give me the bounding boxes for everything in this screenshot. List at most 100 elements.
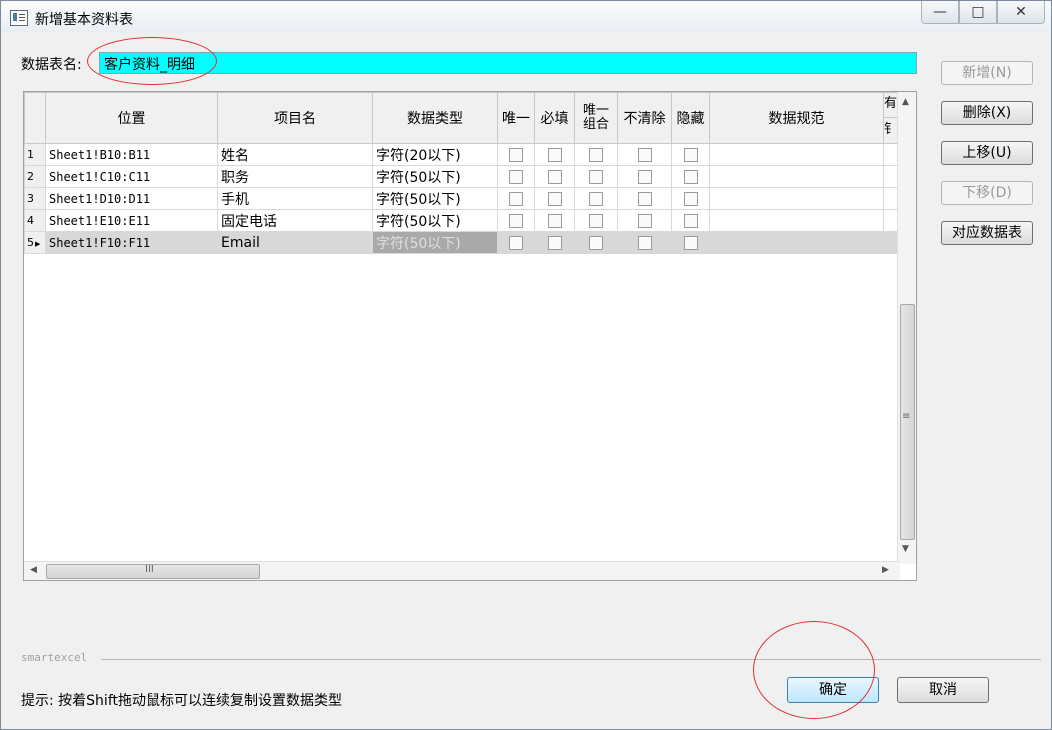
table-row[interactable]: 3 Sheet1!D10:D11 手机 字符(50以下) <box>24 187 899 210</box>
item-name-cell[interactable]: 手机 <box>217 187 373 210</box>
vertical-scrollbar[interactable]: ▲ ≡ ▼ <box>897 92 916 564</box>
no-clear-checkbox[interactable] <box>637 147 652 162</box>
data-spec-cell[interactable] <box>709 143 884 166</box>
item-name-cell[interactable]: 职务 <box>217 165 373 188</box>
no-clear-checkbox[interactable] <box>637 169 652 184</box>
unique-combo-checkbox[interactable] <box>589 191 603 206</box>
data-spec-cell[interactable] <box>709 187 884 210</box>
unique-combo-checkbox[interactable] <box>589 147 603 162</box>
unique-combo-cell <box>574 231 618 254</box>
overflow-cell[interactable] <box>882 209 899 232</box>
window-controls: — □ ✕ <box>921 1 1045 24</box>
unique-combo-cell <box>574 143 618 166</box>
hidden-checkbox[interactable] <box>683 191 698 206</box>
item-name-cell[interactable]: 姓名 <box>217 143 373 166</box>
overflow-cell[interactable] <box>882 165 899 188</box>
hidden-checkbox[interactable] <box>683 213 698 228</box>
required-checkbox[interactable] <box>547 235 562 250</box>
column-header-item-name[interactable]: 项目名 <box>217 92 373 144</box>
required-cell <box>534 143 575 166</box>
unique-combo-cell <box>574 165 618 188</box>
no-clear-cell <box>617 165 672 188</box>
maximize-icon: □ <box>971 4 985 20</box>
horizontal-scroll-thumb[interactable]: III <box>46 564 260 579</box>
data-type-cell[interactable]: 字符(50以下) <box>372 187 498 210</box>
current-row-icon: ▶ <box>35 240 41 248</box>
data-type-cell[interactable]: 字符(50以下) <box>372 209 498 232</box>
overflow-cell[interactable] <box>882 143 899 166</box>
table-row[interactable]: 2 Sheet1!C10:C11 职务 字符(50以下) <box>24 165 899 188</box>
column-header-unique[interactable]: 唯一 <box>497 92 535 144</box>
unique-checkbox[interactable] <box>509 213 523 228</box>
data-spec-cell[interactable] <box>709 231 884 254</box>
hidden-checkbox[interactable] <box>683 147 698 162</box>
data-type-cell[interactable]: 字符(20以下) <box>372 143 498 166</box>
unique-checkbox[interactable] <box>509 191 523 206</box>
row-header[interactable]: 4 <box>24 209 46 232</box>
unique-combo-checkbox[interactable] <box>589 235 603 250</box>
scroll-left-icon[interactable]: ◀ <box>30 565 37 575</box>
row-header[interactable]: 5▶ <box>24 231 46 254</box>
unique-checkbox[interactable] <box>509 147 523 162</box>
overflow-cell[interactable] <box>882 231 899 254</box>
column-header-data-spec[interactable]: 数据规范 <box>709 92 884 144</box>
required-checkbox[interactable] <box>547 169 562 184</box>
unique-combo-checkbox[interactable] <box>589 213 603 228</box>
no-clear-checkbox[interactable] <box>637 191 652 206</box>
vertical-scroll-thumb[interactable]: ≡ <box>900 304 915 540</box>
column-header-required[interactable]: 必填 <box>534 92 575 144</box>
scroll-up-icon[interactable]: ▲ <box>902 97 909 107</box>
maximize-button[interactable]: □ <box>959 1 997 24</box>
truncated-header-top: 有 <box>884 96 898 111</box>
position-cell[interactable]: Sheet1!B10:B11 <box>45 143 218 166</box>
item-name-cell[interactable]: 固定电话 <box>217 209 373 232</box>
overflow-cell[interactable] <box>882 187 899 210</box>
minimize-button[interactable]: — <box>921 1 959 24</box>
column-header-hidden[interactable]: 隐藏 <box>671 92 710 144</box>
position-cell[interactable]: Sheet1!F10:F11 <box>45 231 218 254</box>
unique-checkbox[interactable] <box>509 235 523 250</box>
add-button[interactable]: 新增(N) <box>941 61 1033 85</box>
position-cell[interactable]: Sheet1!C10:C11 <box>45 165 218 188</box>
hidden-checkbox[interactable] <box>683 235 698 250</box>
no-clear-checkbox[interactable] <box>637 235 652 250</box>
column-header-no-clear[interactable]: 不清除 <box>617 92 672 144</box>
required-checkbox[interactable] <box>547 191 562 206</box>
move-up-button[interactable]: 上移(U) <box>941 141 1033 165</box>
table-row[interactable]: 1 Sheet1!B10:B11 姓名 字符(20以下) <box>24 143 899 166</box>
corner-header[interactable] <box>24 92 46 144</box>
move-down-button[interactable]: 下移(D) <box>941 181 1033 205</box>
hidden-checkbox[interactable] <box>683 169 698 184</box>
unique-checkbox[interactable] <box>509 169 523 184</box>
row-header[interactable]: 1 <box>24 143 46 166</box>
scroll-down-icon[interactable]: ▼ <box>902 544 909 554</box>
delete-button[interactable]: 删除(X) <box>941 101 1033 125</box>
column-header-unique-combo[interactable]: 唯一组合 <box>574 92 618 144</box>
column-header-position[interactable]: 位置 <box>45 92 218 144</box>
required-checkbox[interactable] <box>547 213 562 228</box>
table-row[interactable]: 5▶ Sheet1!F10:F11 Email 字符(50以下) <box>24 231 899 254</box>
column-header-truncated[interactable]: 有 钅 <box>882 92 899 144</box>
unique-combo-cell <box>574 209 618 232</box>
cancel-button[interactable]: 取消 <box>897 677 989 703</box>
row-header[interactable]: 3 <box>24 187 46 210</box>
data-type-cell[interactable]: 字符(50以下) <box>372 165 498 188</box>
map-datatable-button[interactable]: 对应数据表 <box>941 221 1033 245</box>
close-button[interactable]: ✕ <box>997 1 1045 24</box>
position-cell[interactable]: Sheet1!D10:D11 <box>45 187 218 210</box>
no-clear-checkbox[interactable] <box>637 213 652 228</box>
item-name-cell[interactable]: Email <box>217 231 373 254</box>
scroll-right-icon[interactable]: ▶ <box>882 565 889 575</box>
data-type-cell[interactable]: 字符(50以下) <box>372 231 498 254</box>
unique-combo-checkbox[interactable] <box>589 169 603 184</box>
table-name-input[interactable]: 客户资料_明细 <box>99 52 917 74</box>
required-checkbox[interactable] <box>547 147 562 162</box>
data-spec-cell[interactable] <box>709 165 884 188</box>
title-bar[interactable]: 新增基本资料表 — □ ✕ <box>1 1 1051 33</box>
column-header-data-type[interactable]: 数据类型 <box>372 92 498 144</box>
horizontal-scrollbar[interactable]: ◀ III ▶ <box>24 561 900 580</box>
position-cell[interactable]: Sheet1!E10:E11 <box>45 209 218 232</box>
data-spec-cell[interactable] <box>709 209 884 232</box>
row-header[interactable]: 2 <box>24 165 46 188</box>
table-row[interactable]: 4 Sheet1!E10:E11 固定电话 字符(50以下) <box>24 209 899 232</box>
